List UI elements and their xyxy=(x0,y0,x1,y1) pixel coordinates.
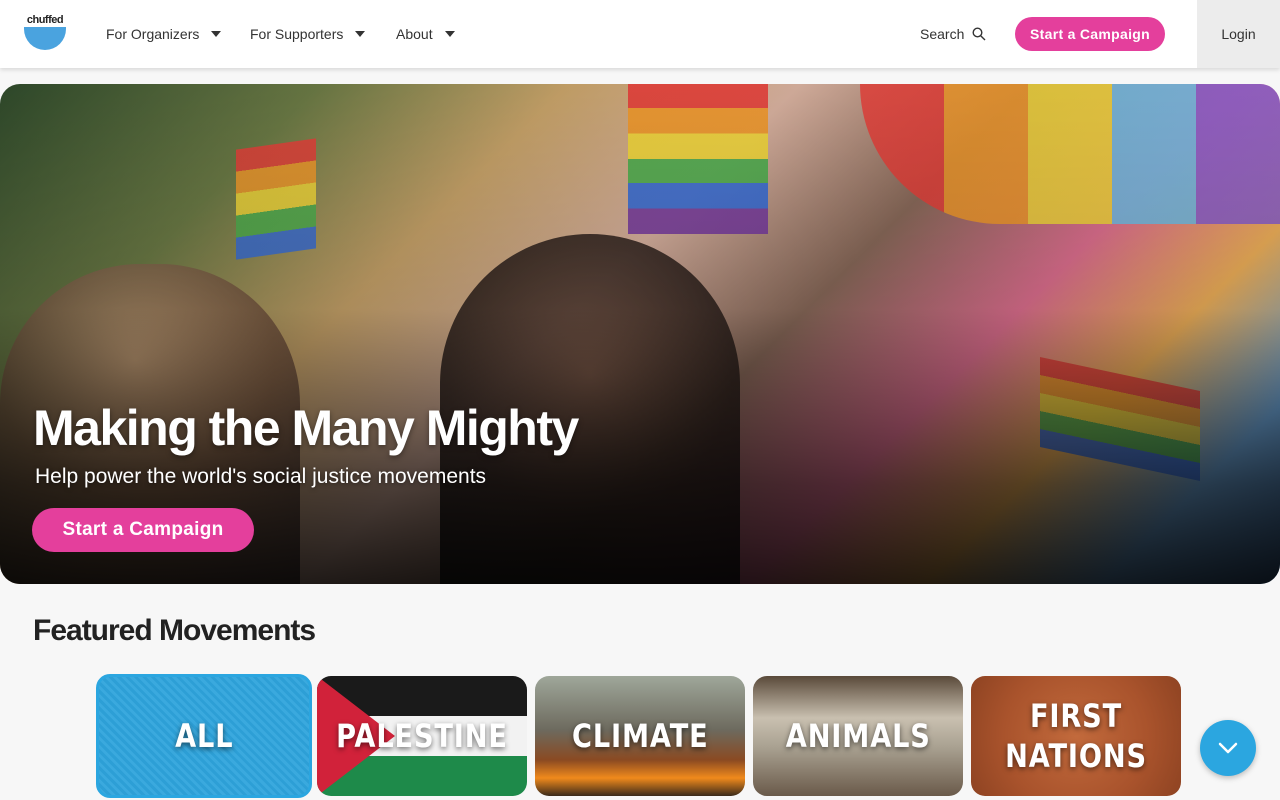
scroll-down-button[interactable] xyxy=(1200,720,1256,776)
nav-label: About xyxy=(396,26,433,42)
nav-about[interactable]: About xyxy=(396,0,455,68)
search-label: Search xyxy=(920,26,965,42)
logo-text: chuffed xyxy=(26,14,64,26)
movement-tile-climate[interactable]: CLIMATE xyxy=(535,676,745,796)
start-campaign-button[interactable]: Start a Campaign xyxy=(1015,17,1165,51)
logo-bowl-icon xyxy=(24,27,66,50)
movement-tile-palestine[interactable]: PALESTINE xyxy=(317,676,527,796)
chevron-down-icon xyxy=(211,31,222,37)
chevron-down-icon xyxy=(1218,742,1238,754)
movement-tile-animals[interactable]: ANIMALS xyxy=(753,676,963,796)
search-icon xyxy=(972,27,986,41)
tile-label: CLIMATE xyxy=(571,717,709,755)
nav-for-organizers[interactable]: For Organizers xyxy=(106,0,222,68)
hero-banner: Making the Many Mighty Help power the wo… xyxy=(0,84,1280,584)
tile-label: PALESTINE xyxy=(336,717,508,755)
hero-subtitle: Help power the world's social justice mo… xyxy=(35,465,487,488)
site-header: chuffed For Organizers For Supporters Ab… xyxy=(0,0,1280,68)
movement-tile-all[interactable]: ALL xyxy=(96,674,312,798)
tile-label: ALL xyxy=(174,717,234,755)
nav-for-supporters[interactable]: For Supporters xyxy=(250,0,366,68)
search-button[interactable]: Search xyxy=(920,0,986,68)
nav-label: For Organizers xyxy=(106,26,200,42)
featured-movements-heading: Featured Movements xyxy=(33,614,316,647)
tile-label: ANIMALS xyxy=(785,717,931,755)
tile-label: FIRST NATIONS xyxy=(1005,697,1147,775)
chuffed-logo[interactable]: chuffed xyxy=(24,14,66,52)
movement-tile-first-nations[interactable]: FIRST NATIONS xyxy=(971,676,1181,796)
nav-label: For Supporters xyxy=(250,26,344,42)
hero-start-campaign-button[interactable]: Start a Campaign xyxy=(32,508,254,552)
chevron-down-icon xyxy=(355,31,366,37)
chevron-down-icon xyxy=(444,31,455,37)
hero-title: Making the Many Mighty xyxy=(33,400,579,456)
login-button[interactable]: Login xyxy=(1197,0,1280,68)
